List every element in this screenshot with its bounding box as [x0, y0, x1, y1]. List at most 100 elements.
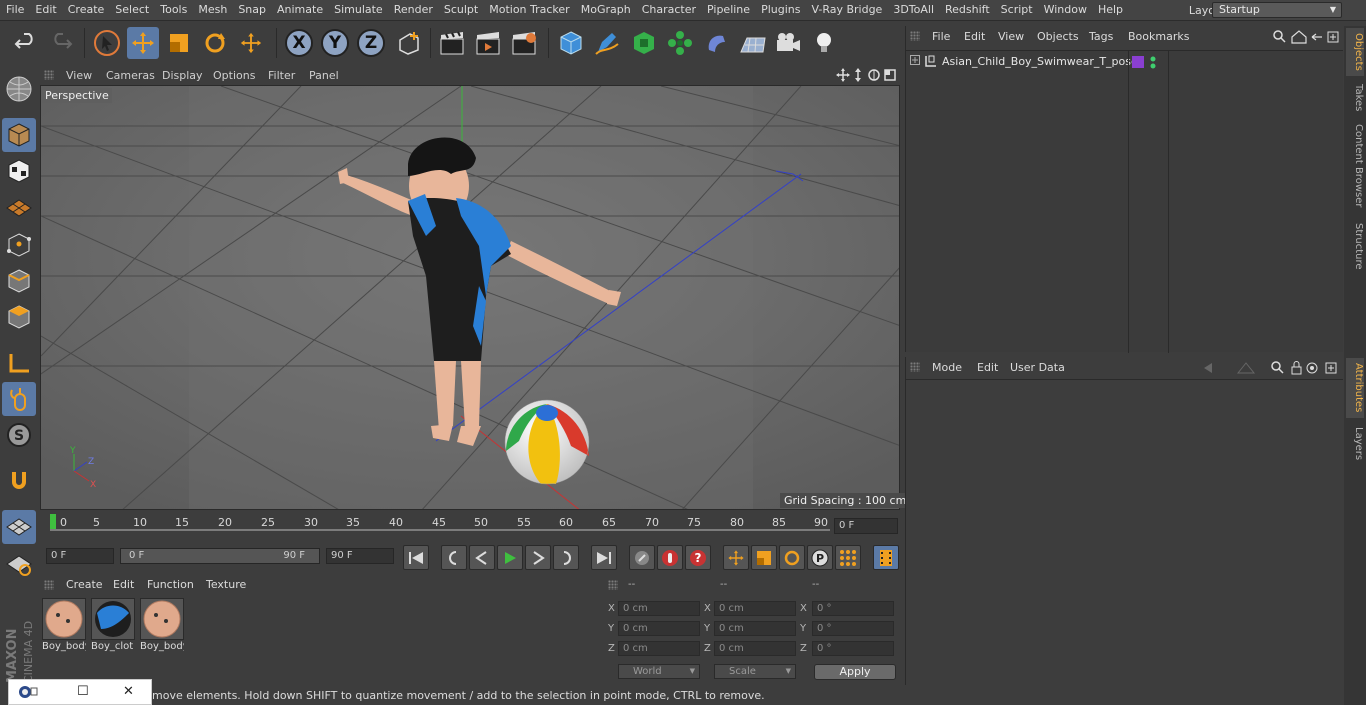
- model-mode-button[interactable]: [2, 118, 36, 152]
- end-frame-field[interactable]: 90 F: [326, 548, 394, 564]
- add-cube-button[interactable]: [555, 27, 587, 59]
- add-camera-button[interactable]: [772, 27, 804, 59]
- workplane-lock-button[interactable]: [2, 510, 36, 544]
- add-generator-button[interactable]: [628, 27, 660, 59]
- material-menu-edit[interactable]: Edit: [113, 578, 134, 591]
- material-item[interactable]: Boy_body: [140, 598, 184, 652]
- key-scale-button[interactable]: [751, 545, 777, 570]
- menu-help[interactable]: Help: [1092, 0, 1128, 21]
- position-z-field[interactable]: 0 cm: [618, 641, 700, 656]
- objects-menu-file[interactable]: File: [932, 30, 950, 43]
- make-editable-button[interactable]: [2, 72, 36, 106]
- render-to-picture-viewer-button[interactable]: [472, 27, 504, 59]
- recent-tool-button[interactable]: [235, 27, 267, 59]
- app-icon[interactable]: [17, 683, 39, 705]
- material-item[interactable]: Boy_body: [42, 598, 86, 652]
- add-deformer-button[interactable]: [700, 27, 732, 59]
- objects-menu-tags[interactable]: Tags: [1089, 30, 1113, 43]
- viewport-menu-cameras[interactable]: Cameras: [106, 69, 155, 82]
- visibility-dots-icon[interactable]: [1149, 55, 1157, 74]
- next-frame-button[interactable]: [525, 545, 551, 570]
- coordinate-system-button[interactable]: [393, 27, 425, 59]
- texture-mode-button[interactable]: [2, 154, 36, 188]
- add-mograph-button[interactable]: [664, 27, 696, 59]
- previous-frame-button[interactable]: [469, 545, 495, 570]
- menu-plugins[interactable]: Plugins: [755, 0, 805, 21]
- autokey-button[interactable]: [657, 545, 683, 570]
- size-x-field[interactable]: 0 cm: [714, 601, 796, 616]
- play-button[interactable]: [497, 545, 523, 570]
- layer-color-swatch[interactable]: [1132, 56, 1144, 68]
- start-frame-field[interactable]: 0 F: [46, 548, 114, 564]
- record-keys-button[interactable]: [629, 545, 655, 570]
- viewport-3d[interactable]: Y Z X: [40, 85, 900, 510]
- restore-window-icon[interactable]: ☐: [77, 684, 89, 699]
- position-y-field[interactable]: 0 cm: [618, 621, 700, 636]
- tab-objects[interactable]: Objects: [1346, 28, 1364, 76]
- timeline-window-button[interactable]: [873, 545, 899, 570]
- material-item[interactable]: Boy_clot: [91, 598, 135, 652]
- menu-3dtoall[interactable]: 3DToAll: [887, 0, 939, 21]
- menu-window[interactable]: Window: [1038, 0, 1092, 21]
- expand-icon[interactable]: [910, 55, 920, 68]
- menu-pipeline[interactable]: Pipeline: [701, 0, 755, 21]
- object-name[interactable]: Asian_Child_Boy_Swimwear_T_pose: [942, 55, 1138, 68]
- y-axis-lock-button[interactable]: Y: [319, 27, 351, 59]
- viewport-menu-panel[interactable]: Panel: [309, 69, 339, 82]
- render-settings-button[interactable]: [508, 27, 540, 59]
- objects-menu-view[interactable]: View: [998, 30, 1024, 43]
- render-view-button[interactable]: [436, 27, 468, 59]
- viewport-menu-options[interactable]: Options: [213, 69, 255, 82]
- go-to-start-button[interactable]: [403, 545, 429, 570]
- key-rotation-button[interactable]: [779, 545, 805, 570]
- tweak-mode-button[interactable]: [2, 382, 36, 416]
- tab-layers[interactable]: Layers: [1346, 424, 1364, 464]
- next-key-button[interactable]: [553, 545, 579, 570]
- menu-animate[interactable]: Animate: [271, 0, 328, 21]
- snapping-button[interactable]: [2, 464, 36, 498]
- material-menu-create[interactable]: Create: [66, 578, 103, 591]
- menu-create[interactable]: Create: [62, 0, 110, 21]
- menu-simulate[interactable]: Simulate: [328, 0, 388, 21]
- material-menu-function[interactable]: Function: [147, 578, 194, 591]
- coordinate-space-dropdown[interactable]: World ▼: [618, 664, 700, 679]
- layout-dropdown[interactable]: Startup ▼: [1212, 2, 1342, 18]
- viewport-menu-display[interactable]: Display: [162, 69, 203, 82]
- current-frame-field[interactable]: 0 F: [834, 518, 898, 534]
- menu-edit[interactable]: Edit: [29, 0, 61, 21]
- key-pla-button[interactable]: [835, 545, 861, 570]
- menu-file[interactable]: File: [0, 0, 29, 21]
- solo-mode-button[interactable]: S: [2, 418, 36, 452]
- menu-tools[interactable]: Tools: [154, 0, 192, 21]
- key-parameter-button[interactable]: P: [807, 545, 833, 570]
- position-x-field[interactable]: 0 cm: [618, 601, 700, 616]
- menu-character[interactable]: Character: [636, 0, 701, 21]
- attributes-menu-edit[interactable]: Edit: [977, 361, 998, 374]
- menu-render[interactable]: Render: [388, 0, 438, 21]
- viewport-camera-label[interactable]: Perspective: [42, 88, 112, 103]
- tab-content-browser[interactable]: Content Browser: [1346, 122, 1364, 210]
- objects-menu-edit[interactable]: Edit: [964, 30, 985, 43]
- points-mode-button[interactable]: [2, 228, 36, 262]
- size-z-field[interactable]: 0 cm: [714, 641, 796, 656]
- attributes-menu-mode[interactable]: Mode: [932, 361, 962, 374]
- frame-range-slider[interactable]: 0 F 90 F: [120, 548, 320, 564]
- objects-menu-objects[interactable]: Objects: [1037, 30, 1079, 43]
- redo-button[interactable]: [45, 27, 77, 59]
- add-floor-button[interactable]: [736, 27, 768, 59]
- z-axis-lock-button[interactable]: Z: [355, 27, 387, 59]
- x-axis-lock-button[interactable]: X: [283, 27, 315, 59]
- menu-snap[interactable]: Snap: [232, 0, 271, 21]
- add-light-button[interactable]: [808, 27, 840, 59]
- viewport-menu-filter[interactable]: Filter: [268, 69, 295, 82]
- undo-button[interactable]: [10, 27, 42, 59]
- menu-motion-tracker[interactable]: Motion Tracker: [483, 0, 574, 21]
- tab-structure[interactable]: Structure: [1346, 220, 1364, 272]
- tab-attributes[interactable]: Attributes: [1346, 358, 1364, 418]
- rotation-h-field[interactable]: 0 °: [812, 601, 894, 616]
- close-icon[interactable]: ✕: [123, 684, 134, 699]
- scale-tool-button[interactable]: [163, 27, 195, 59]
- workplane-mode-button[interactable]: [2, 190, 36, 224]
- workplane-align-button[interactable]: [2, 548, 36, 582]
- menu-select[interactable]: Select: [109, 0, 154, 21]
